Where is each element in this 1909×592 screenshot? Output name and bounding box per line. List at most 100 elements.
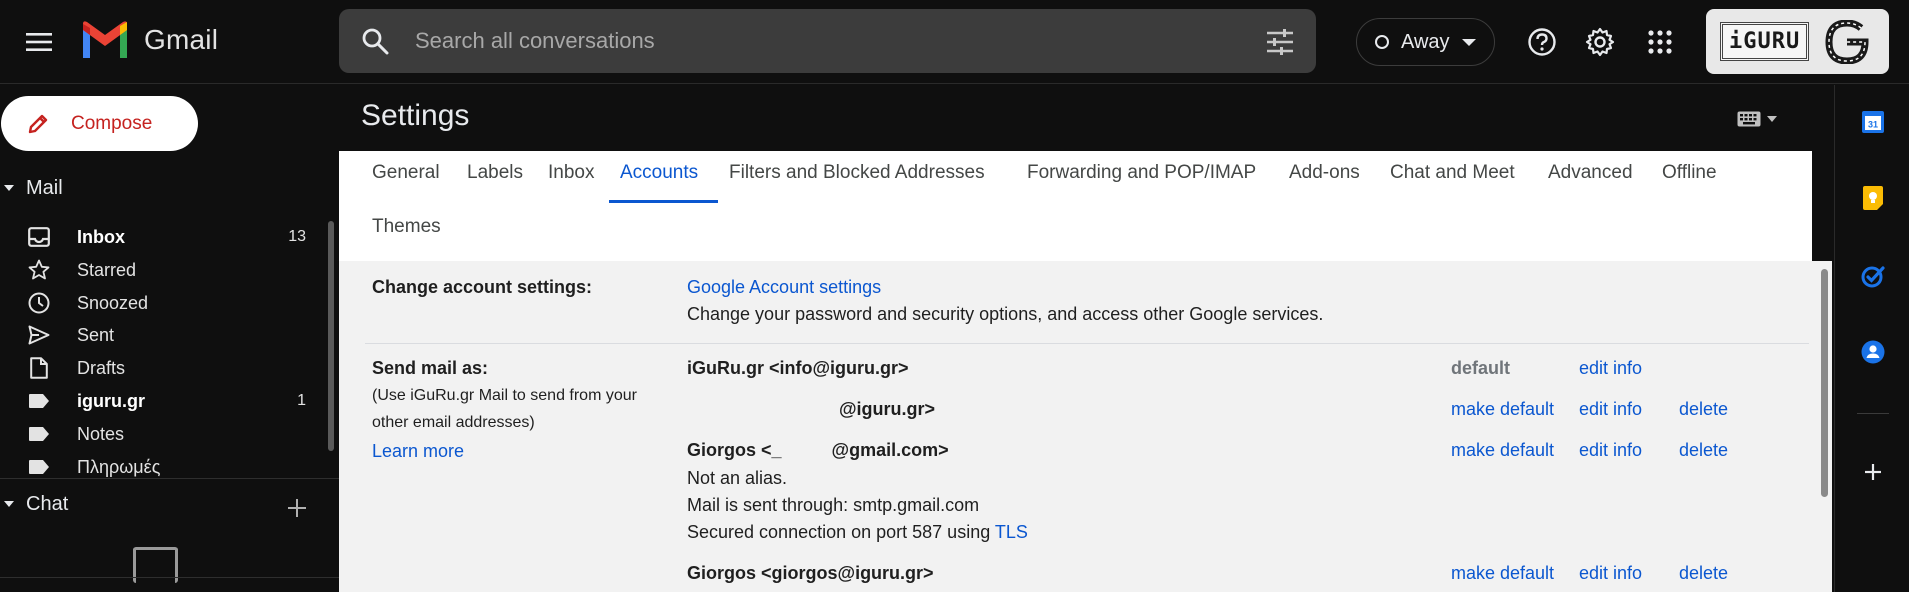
chat-section-label: Chat	[26, 492, 69, 515]
secured-connection-prefix: Secured connection on port 587 using	[687, 522, 995, 542]
sidebar-scrollbar[interactable]	[328, 221, 334, 451]
app-name: Gmail	[144, 24, 219, 55]
mail-section-header[interactable]: Mail	[0, 170, 339, 206]
sidebar-item-drafts[interactable]: Drafts	[0, 352, 320, 384]
delete-link[interactable]: delete	[1679, 440, 1728, 461]
chevron-down-icon	[1461, 38, 1476, 46]
alias-detail: Mail is sent through: smtp.gmail.com	[687, 495, 980, 515]
send-mail-as-note: other email addresses)	[372, 414, 535, 431]
edit-info-link[interactable]: edit info	[1579, 358, 1642, 379]
clock-icon	[27, 292, 51, 314]
edit-info-link[interactable]: edit info	[1579, 399, 1642, 420]
label-icon	[27, 423, 51, 445]
tab-advanced[interactable]: Advanced	[1548, 151, 1633, 195]
active-tab-indicator	[609, 200, 718, 203]
make-default-link[interactable]: make default	[1451, 440, 1554, 461]
chevron-down-icon	[1767, 116, 1777, 122]
make-default-link[interactable]: make default	[1451, 563, 1554, 584]
compose-button[interactable]: Compose	[1, 96, 198, 151]
apps-grid-icon[interactable]	[1642, 24, 1678, 60]
alias-detail: Not an alias.	[687, 468, 788, 488]
sidebar-item-label: Sent	[77, 324, 115, 345]
settings-gear-icon[interactable]	[1582, 24, 1618, 60]
sidebar-item-sent[interactable]: Sent	[0, 319, 320, 351]
caret-down-icon	[4, 185, 14, 191]
main-menu-icon[interactable]	[20, 26, 58, 58]
sidebar-item-label: Drafts	[77, 357, 126, 378]
tab-filters[interactable]: Filters and Blocked Addresses	[729, 151, 985, 195]
edit-info-link[interactable]: edit info	[1579, 563, 1642, 584]
search-bar	[339, 9, 1316, 73]
label-icon	[27, 456, 51, 478]
account-logo: iGURU	[1720, 22, 1810, 61]
unread-count: 1	[297, 392, 306, 409]
default-badge: default	[1451, 358, 1511, 378]
left-navigation: Compose Mail Inbox 13 Starred Snoozed Se…	[0, 85, 339, 592]
sidebar-item-label: Inbox	[77, 226, 125, 247]
accounts-settings-panel: Change account settings: Google Account …	[339, 261, 1832, 592]
tab-themes[interactable]: Themes	[372, 205, 441, 249]
tab-offline[interactable]: Offline	[1662, 151, 1717, 195]
settings-tabs: General Labels Inbox Accounts Filters an…	[339, 151, 1812, 261]
sidebar-item-label: Snoozed	[77, 292, 149, 313]
sidebar-item-iguru[interactable]: iguru.gr 1	[0, 385, 320, 417]
calendar-icon[interactable]: 31	[1860, 109, 1886, 135]
status-dropdown[interactable]: Away	[1356, 18, 1495, 66]
unread-count: 13	[288, 228, 306, 245]
sidebar-item-label: Πληρωμές	[77, 456, 161, 477]
caret-down-icon	[4, 501, 14, 507]
sidebar-item-starred[interactable]: Starred	[0, 254, 320, 286]
inbox-icon	[27, 226, 51, 248]
sidebar-item-notes[interactable]: Notes	[0, 418, 320, 450]
tls-link[interactable]: TLS	[995, 522, 1028, 542]
compose-label: Compose	[71, 112, 153, 134]
tab-general[interactable]: General	[372, 151, 440, 195]
gmail-m-icon	[80, 20, 130, 60]
learn-more-link[interactable]: Learn more	[372, 441, 464, 462]
make-default-link[interactable]: make default	[1451, 399, 1554, 420]
star-icon	[27, 259, 51, 281]
sidebar-item-snoozed[interactable]: Snoozed	[0, 287, 320, 319]
new-chat-plus-icon[interactable]	[286, 497, 308, 519]
keep-icon[interactable]	[1860, 185, 1886, 211]
edit-info-link[interactable]: edit info	[1579, 440, 1642, 461]
divider	[365, 343, 1809, 344]
side-panel: 31	[1834, 85, 1909, 592]
status-label: Away	[1401, 30, 1450, 53]
tab-inbox[interactable]: Inbox	[548, 151, 594, 195]
secured-connection-text: Secured connection on port 587 using TLS	[687, 522, 1028, 543]
help-icon[interactable]	[1524, 24, 1560, 60]
gmail-logo[interactable]: Gmail	[80, 20, 218, 60]
sidebar-item-inbox[interactable]: Inbox 13	[0, 221, 320, 253]
tab-forwarding[interactable]: Forwarding and POP/IMAP	[1027, 151, 1256, 195]
label-icon	[27, 390, 51, 412]
get-addons-plus-icon[interactable]	[1860, 459, 1886, 485]
divider	[0, 577, 339, 578]
mail-section-label: Mail	[26, 176, 63, 199]
account-switcher[interactable]: iGURU	[1706, 9, 1889, 74]
send-as-address: Giorgos <giorgos@iguru.gr>	[687, 563, 934, 583]
tab-accounts[interactable]: Accounts	[620, 151, 698, 195]
contacts-icon[interactable]	[1860, 339, 1886, 365]
main-content: Settings General Labels Inbox Accounts F…	[339, 85, 1834, 592]
tab-addons[interactable]: Add-ons	[1289, 151, 1360, 195]
search-input[interactable]	[415, 23, 1235, 59]
google-account-settings-link[interactable]: Google Account settings	[687, 277, 881, 298]
delete-link[interactable]: delete	[1679, 399, 1728, 420]
search-icon[interactable]	[361, 27, 389, 55]
input-tools-button[interactable]	[1737, 111, 1777, 127]
tab-chat-meet[interactable]: Chat and Meet	[1390, 151, 1515, 195]
sidebar-item-label: Notes	[77, 423, 125, 444]
content-scrollbar[interactable]	[1816, 261, 1832, 592]
divider	[0, 478, 339, 479]
send-as-address: @iguru.gr>	[839, 399, 936, 419]
search-options-icon[interactable]	[1266, 29, 1294, 55]
scrollbar-thumb[interactable]	[1821, 269, 1828, 497]
sidebar-item-label: iguru.gr	[77, 390, 145, 411]
tasks-icon[interactable]	[1860, 263, 1886, 289]
delete-link[interactable]: delete	[1679, 563, 1728, 584]
send-as-address: iGuRu.gr <info@iguru.gr>	[687, 358, 909, 378]
change-account-label: Change account settings:	[372, 277, 593, 297]
tab-labels[interactable]: Labels	[467, 151, 523, 195]
keyboard-icon	[1737, 111, 1761, 127]
